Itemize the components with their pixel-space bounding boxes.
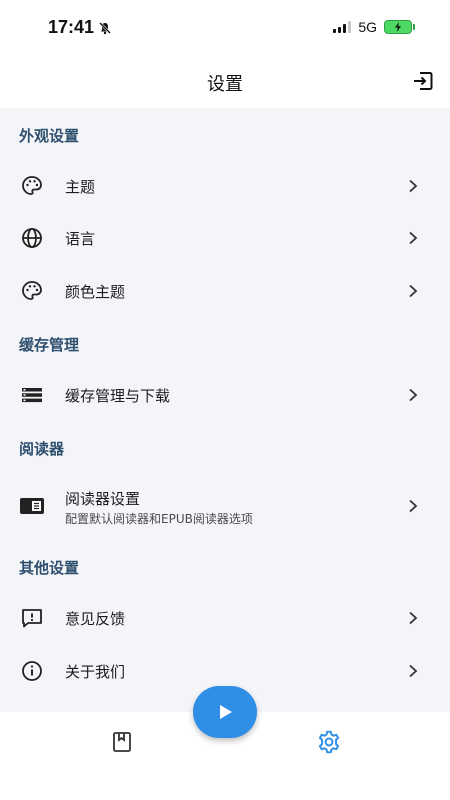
chevron-right-icon [406,284,420,298]
chevron-right-icon [406,231,420,245]
section-header-other: 其他设置 [19,559,80,577]
settings-item-color-theme[interactable]: 颜色主题 [0,265,450,317]
settings-item-label: 意见反馈 [65,609,126,628]
page-title: 设置 [207,74,243,95]
nav-library-tab[interactable] [110,730,134,754]
network-label: 5G [358,19,377,35]
settings-item-theme[interactable]: 主题 [0,160,450,212]
settings-item-feedback[interactable]: 意见反馈 [0,592,450,644]
nav-settings-tab[interactable] [316,729,342,755]
chevron-right-icon [406,611,420,625]
settings-list: 外观设置 主题 语言 颜色主题 缓存管理 缓存管理与下载 阅读器 阅读器设置 配… [0,108,450,712]
reader-icon [19,493,45,519]
logout-button[interactable] [410,68,436,94]
status-time: 17:41 [48,17,112,38]
section-header-appearance: 外观设置 [19,127,80,145]
palette-icon [19,173,45,199]
settings-item-label: 关于我们 [65,662,126,681]
chevron-right-icon [406,499,420,513]
play-icon [220,705,232,719]
status-time-text: 17:41 [48,17,95,37]
chevron-right-icon [406,388,420,402]
globe-icon [19,225,45,251]
settings-item-label: 主题 [65,177,96,196]
section-header-reader: 阅读器 [19,440,65,458]
chevron-right-icon [406,179,420,193]
book-icon [113,732,131,752]
status-bar: 17:41 5G [0,0,450,56]
settings-item-reader-settings[interactable]: 阅读器设置 配置默认阅读器和EPUB阅读器选项 [0,480,450,532]
chevron-right-icon [406,664,420,678]
info-icon [19,658,45,684]
battery-icon [384,20,415,34]
play-fab-button[interactable] [193,686,257,738]
feedback-icon [19,605,45,631]
settings-item-label: 缓存管理与下载 [65,386,171,405]
app-bar: 设置 [0,56,450,108]
settings-item-label: 颜色主题 [65,282,126,301]
status-indicators: 5G [333,19,415,35]
settings-item-cache-download[interactable]: 缓存管理与下载 [0,369,450,421]
signal-icon [333,21,352,33]
settings-item-label: 阅读器设置 [65,490,141,508]
settings-item-label: 语言 [65,229,96,248]
palette-icon [19,278,45,304]
gear-icon [318,730,340,754]
storage-list-icon [19,382,45,408]
settings-item-language[interactable]: 语言 [0,212,450,264]
section-header-cache: 缓存管理 [19,336,80,354]
settings-item-description: 配置默认阅读器和EPUB阅读器选项 [65,512,253,526]
bell-mute-icon [99,21,111,34]
logout-icon [414,72,433,90]
